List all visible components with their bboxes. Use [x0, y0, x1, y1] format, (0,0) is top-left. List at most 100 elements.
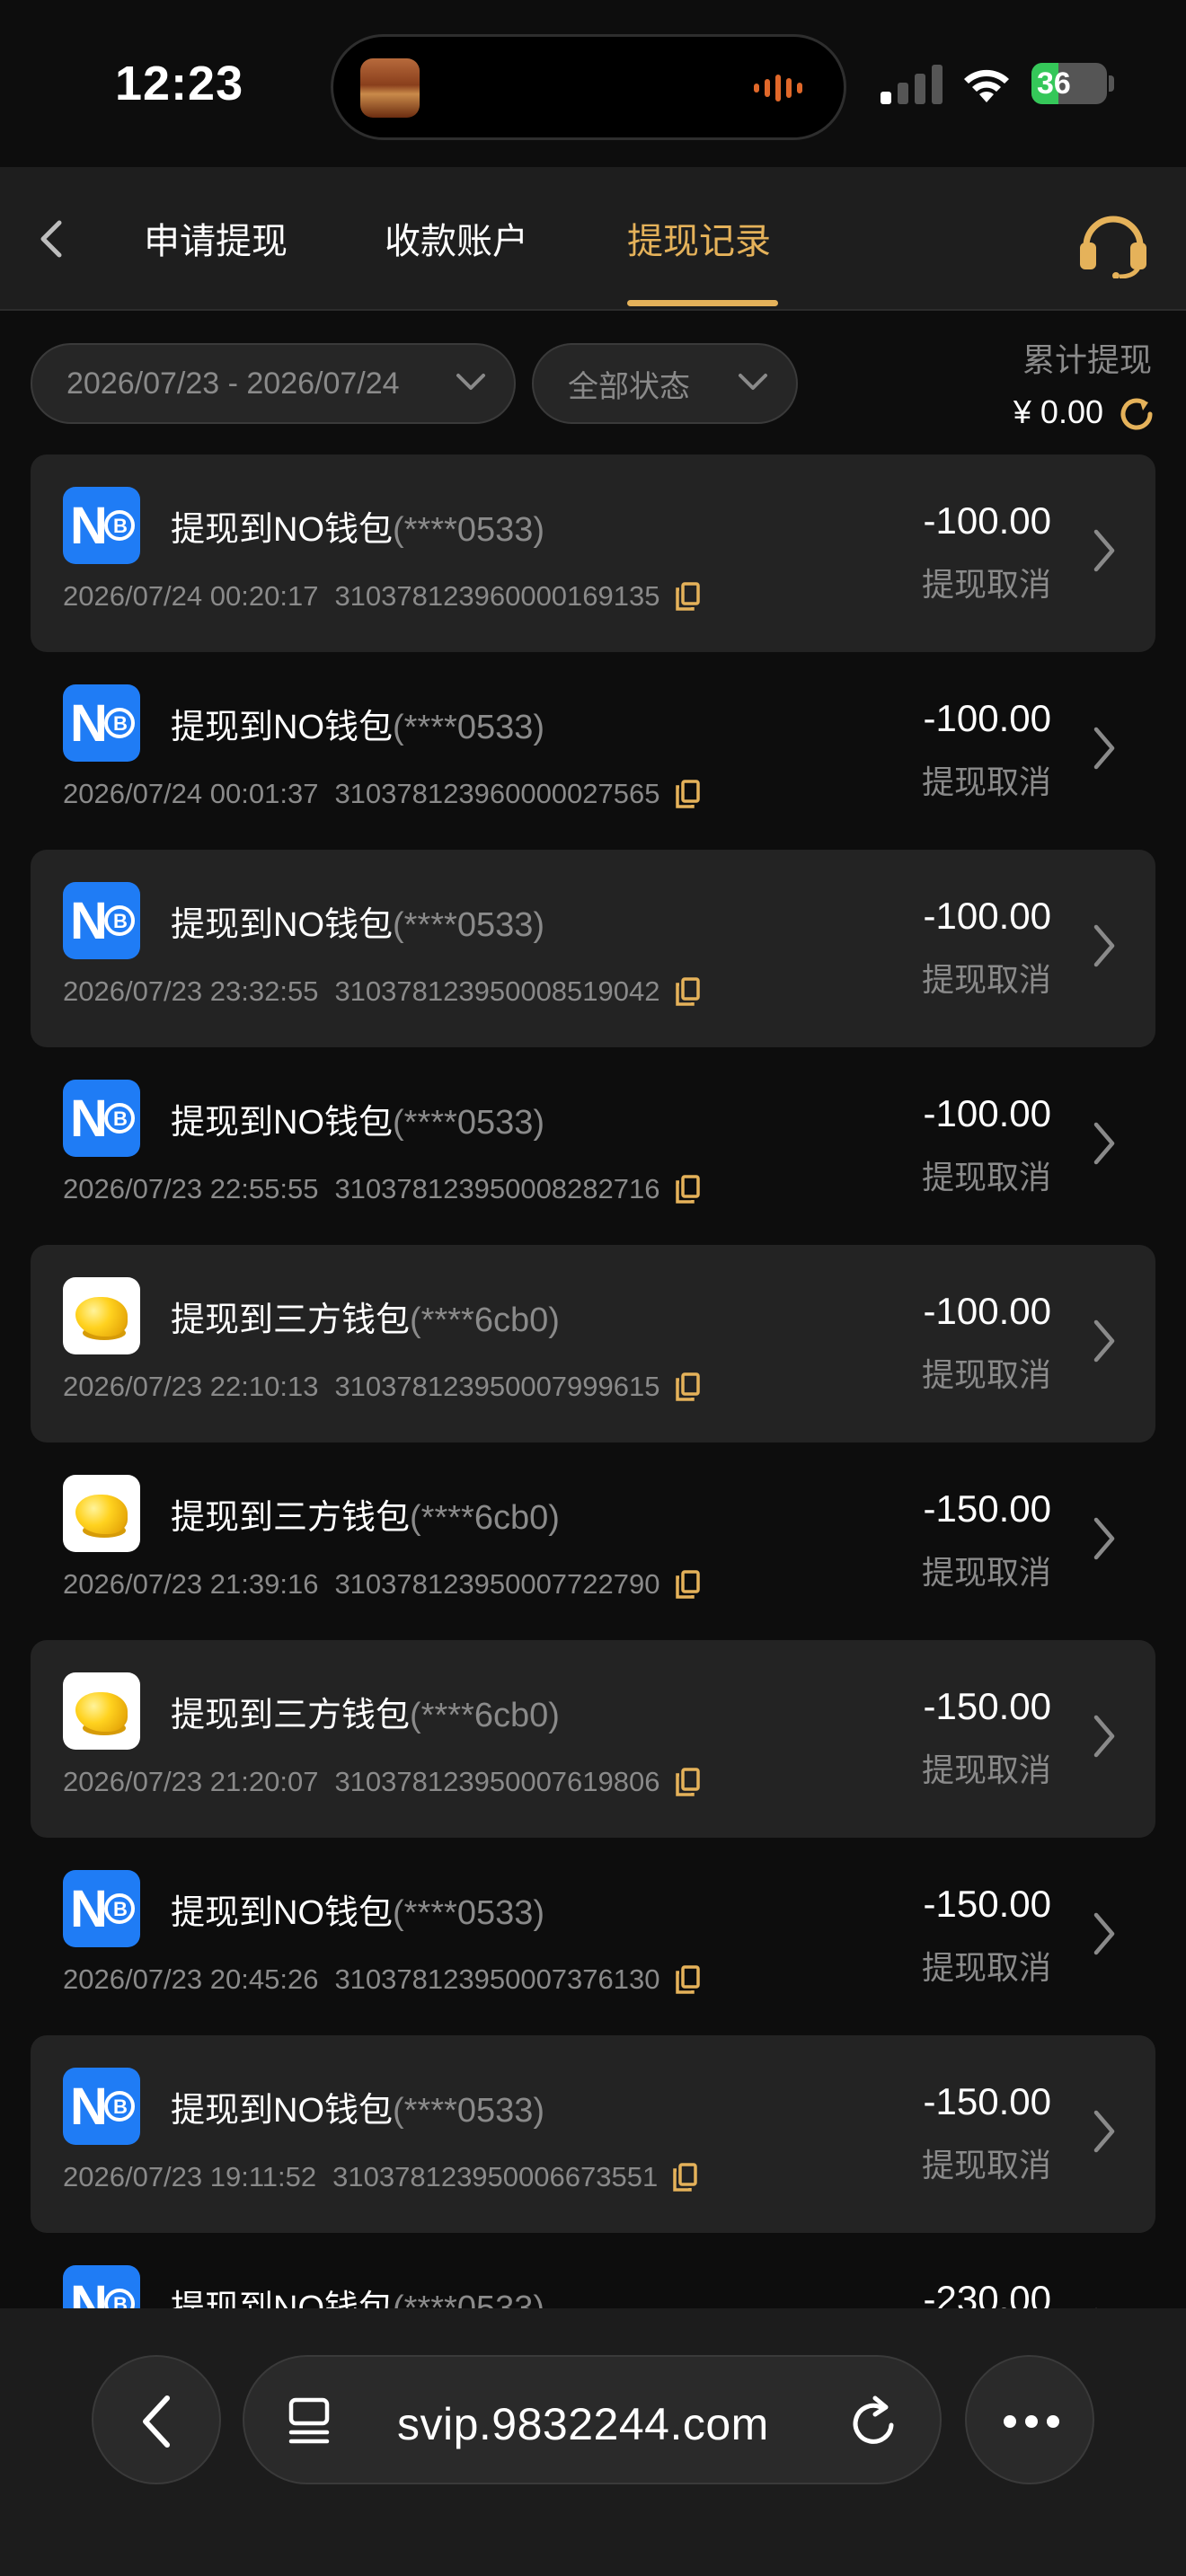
active-tab-indicator	[627, 300, 778, 306]
record-account-mask: (****0533)	[393, 1894, 545, 1932]
record-destination: 提现到三方钱包	[171, 1697, 411, 1734]
record-title: 提现到NO钱包(****0533)	[171, 1884, 544, 1934]
refresh-icon[interactable]	[1118, 395, 1155, 433]
tab-withdrawal-records[interactable]: 提现记录	[627, 212, 771, 264]
record-account-mask: (****0533)	[393, 2092, 545, 2130]
record-meta: 2026/07/24 00:01:37 31037812396000002756…	[63, 778, 700, 810]
record-amount: -100.00	[923, 499, 1051, 542]
record-account-mask: (****0533)	[393, 2289, 545, 2308]
copy-icon[interactable]	[675, 1768, 700, 1796]
page-menu-icon[interactable]	[286, 2396, 332, 2447]
withdrawal-record-list: N 提现到NO钱包(****0533) 2026/07/24 00:20:17 …	[0, 454, 1186, 2308]
withdrawal-record-row[interactable]: 提现到三方钱包(****6cb0) 2026/07/23 21:20:07 31…	[31, 1640, 1155, 1838]
record-status: 提现取消	[921, 1949, 1051, 1986]
browser-back-button[interactable]	[92, 2355, 221, 2484]
record-time: 2026/07/23 23:32:55	[63, 975, 319, 1007]
copy-icon[interactable]	[675, 1175, 700, 1204]
record-meta: 2026/07/23 20:45:26 31037812395000737613…	[63, 1963, 700, 1996]
record-time: 2026/07/23 22:10:13	[63, 1371, 319, 1402]
record-account-mask: (****6cb0)	[410, 1499, 560, 1537]
address-bar[interactable]: svip.9832244.com	[243, 2355, 942, 2484]
copy-icon[interactable]	[672, 2163, 697, 2192]
battery-percent: 36	[1037, 66, 1071, 101]
copy-icon[interactable]	[675, 1570, 700, 1599]
record-destination: 提现到NO钱包	[171, 1894, 394, 1932]
copy-icon[interactable]	[675, 1965, 700, 1994]
record-title: 提现到三方钱包(****6cb0)	[171, 1292, 560, 1341]
record-account-mask: (****0533)	[393, 709, 545, 746]
battery-indicator: 36	[1031, 63, 1114, 104]
record-title: 提现到NO钱包(****0533)	[171, 2082, 544, 2131]
back-chevron-icon[interactable]	[27, 212, 81, 266]
record-meta: 2026/07/23 23:32:55 31037812395000851904…	[63, 975, 700, 1008]
chevron-right-icon	[1093, 529, 1115, 572]
withdrawal-record-row[interactable]: 提现到三方钱包(****6cb0) 2026/07/23 21:39:16 31…	[31, 1442, 1155, 1640]
record-destination: 提现到三方钱包	[171, 1301, 411, 1339]
record-title: 提现到三方钱包(****6cb0)	[171, 1687, 560, 1736]
dynamic-island	[331, 34, 846, 140]
record-amount: -150.00	[923, 1487, 1051, 1530]
copy-icon[interactable]	[675, 780, 700, 808]
no-wallet-icon: N	[63, 487, 140, 564]
record-order-id: 310378123950007619806	[334, 1766, 660, 1797]
chevron-right-icon	[1093, 1912, 1115, 1955]
copy-icon[interactable]	[675, 1372, 700, 1401]
withdrawal-record-row[interactable]: N 提现到NO钱包(****0533) 2026/07/23 22:55:55 …	[31, 1047, 1155, 1245]
url-text: svip.9832244.com	[397, 2399, 769, 2449]
gold-nugget-icon	[63, 1277, 140, 1354]
withdrawal-record-row[interactable]: N 提现到NO钱包(****0533) 2026/07/24 00:01:37 …	[31, 652, 1155, 850]
chevron-right-icon	[1093, 1517, 1115, 1560]
chevron-right-icon	[1093, 2110, 1115, 2153]
customer-service-headset-icon[interactable]	[1075, 207, 1152, 278]
record-status: 提现取消	[921, 961, 1051, 998]
tab-receiving-accounts[interactable]: 收款账户	[385, 212, 528, 264]
withdrawal-record-row[interactable]: 提现到三方钱包(****6cb0) 2026/07/23 22:10:13 31…	[31, 1245, 1155, 1442]
chevron-right-icon	[1093, 924, 1115, 967]
status-bar: 12:23 36	[0, 0, 1186, 167]
record-amount: -100.00	[923, 1290, 1051, 1332]
record-time: 2026/07/23 21:20:07	[63, 1766, 319, 1797]
reload-icon[interactable]	[850, 2395, 900, 2448]
record-status: 提现取消	[921, 1554, 1051, 1591]
record-account-mask: (****0533)	[393, 1104, 545, 1142]
tab-apply-withdrawal[interactable]: 申请提现	[144, 212, 288, 264]
withdrawal-record-row[interactable]: N 提现到NO钱包(****0533) 2026/07/23 19:11:52 …	[31, 2035, 1155, 2233]
withdrawal-record-row[interactable]: N 提现到NO钱包(****0533) 2026/07/23 23:32:55 …	[31, 850, 1155, 1047]
record-account-mask: (****0533)	[393, 511, 545, 549]
record-title: 提现到NO钱包(****0533)	[171, 699, 544, 748]
record-account-mask: (****6cb0)	[410, 1301, 560, 1339]
record-destination: 提现到NO钱包	[171, 511, 394, 549]
record-order-id: 310378123960000027565	[334, 778, 660, 809]
copy-icon[interactable]	[675, 582, 700, 611]
record-title: 提现到三方钱包(****6cb0)	[171, 1489, 560, 1539]
withdrawal-record-row[interactable]: N 提现到NO钱包(****0533) 2026/07/23 20:45:26 …	[31, 1838, 1155, 2035]
date-range-filter[interactable]: 2026/07/23 - 2026/07/24	[31, 343, 516, 424]
now-playing-thumbnail	[360, 58, 420, 118]
chevron-down-icon	[739, 374, 767, 390]
record-meta: 2026/07/23 21:39:16 31037812395000772279…	[63, 1568, 700, 1601]
record-time: 2026/07/23 22:55:55	[63, 1173, 319, 1204]
record-amount: -150.00	[923, 1685, 1051, 1727]
withdrawal-record-row[interactable]: N 提现到NO钱包(****0533) 2026/07/24 00:20:17 …	[31, 454, 1155, 652]
record-status: 提现取消	[921, 1159, 1051, 1195]
record-amount: -100.00	[923, 1092, 1051, 1134]
record-amount: -100.00	[923, 697, 1051, 739]
withdrawal-record-row[interactable]: N 提现到NO钱包(****0533) -230.00	[31, 2233, 1155, 2308]
no-wallet-icon: N	[63, 882, 140, 959]
total-withdrawn-value: ¥ 0.00	[1013, 393, 1103, 430]
more-dots-icon	[1004, 2415, 1059, 2428]
status-filter[interactable]: 全部状态	[532, 343, 798, 424]
record-meta: 2026/07/24 00:20:17 31037812396000016913…	[63, 580, 700, 613]
chevron-down-icon	[455, 372, 487, 393]
record-meta: 2026/07/23 19:11:52 31037812395000667355…	[63, 2161, 697, 2193]
status-filter-value: 全部状态	[568, 369, 690, 404]
chevron-right-icon	[1093, 1319, 1115, 1363]
copy-icon[interactable]	[675, 977, 700, 1006]
record-status: 提现取消	[921, 2147, 1051, 2183]
record-status: 提现取消	[921, 763, 1051, 800]
record-title: 提现到NO钱包(****0533)	[171, 501, 544, 551]
more-options-button[interactable]	[965, 2355, 1094, 2484]
record-amount: -150.00	[923, 1883, 1051, 1925]
record-destination: 提现到NO钱包	[171, 2289, 394, 2308]
total-withdrawn-label: 累计提现	[1022, 341, 1152, 378]
